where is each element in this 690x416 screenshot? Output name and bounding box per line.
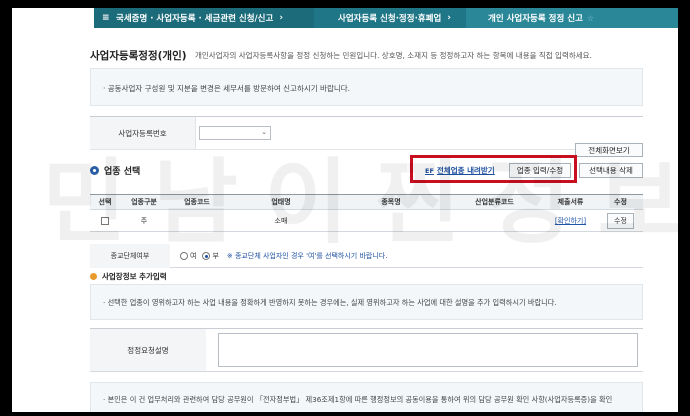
chevron-down-icon: ⌄ (261, 128, 267, 136)
notice-top: · 공동사업자 구성원 및 지분을 변경은 세무서를 방문하여 신고하시기 바랍… (90, 68, 643, 106)
notice-bottom: · 본인은 이 건 업무처리와 관련하여 담당 공무원이 「전자정부법」 제36… (90, 382, 643, 412)
cell-code (168, 209, 226, 232)
industry-section-title: 업종 선택 (90, 164, 140, 177)
industry-table: 선택 업종구분 업종코드 업태명 종목명 산업분류코드 제출서류 수정 주 소매 (90, 194, 643, 232)
table-header-row: 선택 업종구분 업종코드 업태명 종목명 산업분류코드 제출서류 수정 (90, 194, 643, 210)
business-number-select[interactable]: ⌄ (199, 126, 271, 140)
cell-industry-code (446, 209, 543, 232)
notice-mid: · 선택한 업종이 영위하고자 하는 사업 내용을 정확하게 반영하지 못하는 … (90, 284, 643, 320)
confirm-docs-link[interactable]: [확인하기] (555, 217, 586, 225)
bullet-icon (90, 273, 97, 280)
col-industry-code: 산업분류코드 (446, 194, 543, 210)
explain-row: 정정요청설명 (90, 328, 643, 372)
business-number-row: 사업자등록번호 ⌄ (90, 116, 643, 150)
breadcrumb: ≡ 국세증명 · 사업자등록 · 세금관련 신청/신고 › 사업자등록 신청·정… (94, 8, 678, 28)
col-business: 업태명 (226, 194, 336, 210)
place-section-title: 사업장정보 추가입력 (90, 271, 167, 282)
col-docs: 제출서류 (543, 194, 598, 210)
chevron-right-icon: › (447, 13, 451, 23)
breadcrumb-item-registration[interactable]: 사업자등록 신청·정정·휴폐업 › (314, 8, 466, 28)
full-screen-button[interactable]: 전체화면보기 (575, 143, 643, 157)
cell-type: 주 (120, 209, 168, 232)
cell-business: 소매 (226, 209, 336, 232)
page-title: 사업자등록정정(개인) (90, 50, 187, 62)
religion-row: 종교단체여부 여 부 ※ 종교단체 사업자인 경우 '여'를 선택하시기 바랍니… (90, 244, 643, 268)
col-type: 업종구분 (120, 194, 168, 210)
edit-row-button[interactable]: 수정 (607, 212, 634, 229)
star-icon[interactable]: ☆ (587, 14, 594, 23)
row-checkbox[interactable] (101, 216, 109, 225)
screenshot-frame: ≡ 국세증명 · 사업자등록 · 세금관련 신청/신고 › 사업자등록 신청·정… (0, 0, 690, 416)
page: ≡ 국세증명 · 사업자등록 · 세금관련 신청/신고 › 사업자등록 신청·정… (12, 8, 678, 412)
explain-textarea[interactable] (218, 333, 638, 367)
col-item: 종목명 (336, 194, 446, 210)
bullet-icon (90, 166, 99, 175)
religion-label: 종교단체여부 (90, 244, 170, 268)
religion-radio-no[interactable] (202, 252, 211, 260)
explain-label: 정정요청설명 (90, 329, 206, 371)
col-select: 선택 (90, 194, 120, 210)
menu-icon: ≡ (102, 13, 110, 23)
business-number-label: 사업자등록번호 (90, 117, 196, 149)
delete-selected-button[interactable]: 선택내용 삭제 (579, 163, 643, 178)
highlight-box (410, 155, 577, 183)
religion-hint: ※ 종교단체 사업자인 경우 '여'를 선택하시기 바랍니다. (226, 252, 388, 260)
religion-radio-yes[interactable] (180, 252, 188, 260)
table-row: 주 소매 [확인하기] 수정 (90, 209, 643, 232)
breadcrumb-item-correction[interactable]: 개인 사업자등록 정정 신고 ☆ (466, 8, 678, 28)
page-description: 개인사업자의 사업자등록사항을 정정 신청하는 민원입니다. 상호명, 소재지 … (195, 51, 592, 60)
chevron-down-icon: › (279, 13, 284, 23)
religion-options: 여 부 ※ 종교단체 사업자인 경우 '여'를 선택하시기 바랍니다. (180, 251, 387, 261)
col-edit: 수정 (598, 194, 643, 210)
col-code: 업종코드 (168, 194, 226, 210)
breadcrumb-item-tax-certificate[interactable]: ≡ 국세증명 · 사업자등록 · 세금관련 신청/신고 › (94, 8, 314, 28)
cell-item (336, 209, 446, 232)
